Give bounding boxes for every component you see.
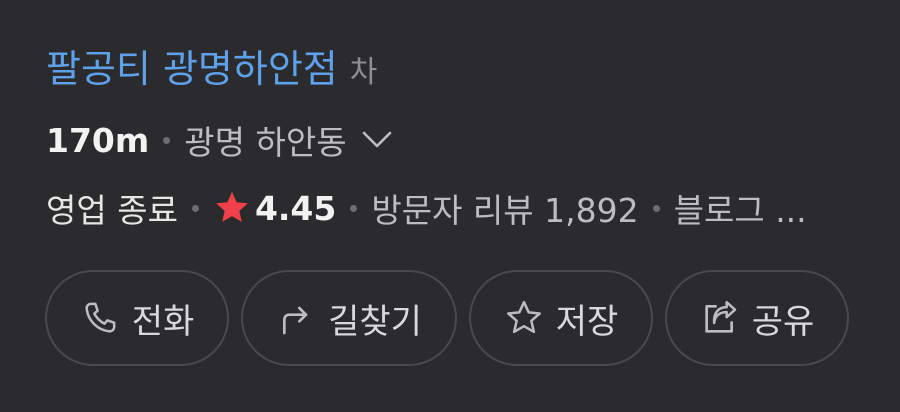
save-button[interactable]: 저장	[469, 270, 653, 366]
place-name-link[interactable]: 팔공티 광명하안점	[46, 38, 338, 93]
visitor-reviews-link[interactable]: 방문자 리뷰 1,892	[371, 184, 638, 232]
chevron-down-icon[interactable]	[359, 128, 395, 152]
share-button[interactable]: 공유	[665, 270, 849, 366]
blog-reviews-link[interactable]: 블로그 ...	[674, 184, 807, 232]
share-label: 공유	[751, 301, 815, 342]
business-status: 영업 종료	[46, 191, 178, 230]
rating-value: 4.45	[254, 188, 337, 228]
separator-dot	[191, 204, 199, 212]
call-label: 전화	[131, 301, 195, 342]
location-row: 170m 광명 하안동	[46, 116, 395, 164]
place-category: 차	[349, 55, 378, 90]
turn-arrow-icon	[276, 298, 316, 338]
address[interactable]: 광명 하안동	[184, 116, 346, 164]
call-button[interactable]: 전화	[45, 270, 229, 366]
separator-dot	[163, 136, 171, 144]
directions-button[interactable]: 길찾기	[241, 270, 457, 366]
save-label: 저장	[555, 301, 619, 342]
info-row: 영업 종료 4.45 방문자 리뷰 1,892 블로그 ...	[46, 184, 807, 232]
title-row: 팔공티 광명하안점 차	[46, 38, 377, 93]
share-icon	[700, 298, 740, 338]
star-icon	[213, 189, 251, 227]
separator-dot	[350, 204, 358, 212]
place-card: 팔공티 광명하안점 차 170m 광명 하안동 영업 종료 4.45 방문자 리…	[0, 0, 900, 412]
distance: 170m	[46, 120, 150, 160]
phone-icon	[80, 298, 120, 338]
star-outline-icon	[504, 298, 544, 338]
separator-dot	[652, 204, 660, 212]
directions-label: 길찾기	[328, 301, 422, 342]
